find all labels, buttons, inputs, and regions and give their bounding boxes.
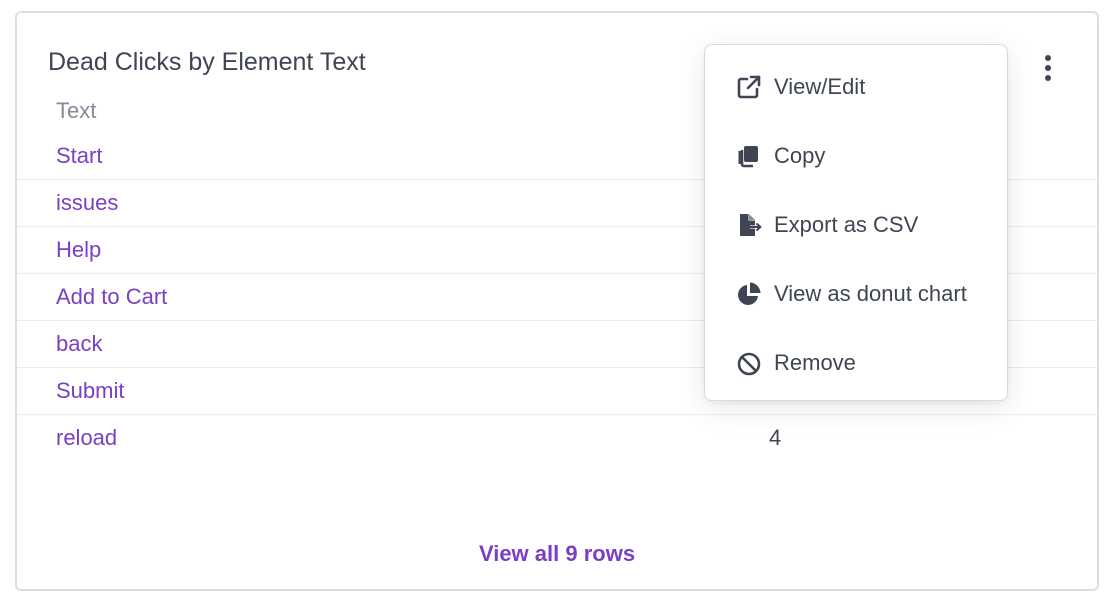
menu-item-label: View/Edit [774, 74, 866, 99]
row-text-link[interactable]: issues [56, 190, 118, 216]
menu-item-label: Copy [774, 143, 826, 168]
menu-item-label: Remove [774, 350, 856, 375]
pie-chart-icon [738, 282, 761, 305]
menu-item-view-edit[interactable]: View/Edit [705, 57, 1007, 117]
file-export-icon [740, 214, 762, 236]
table-row: reload 4 [17, 415, 1097, 462]
card-title: Dead Clicks by Element Text [48, 48, 366, 76]
menu-item-copy[interactable]: Copy [705, 126, 1007, 186]
menu-item-label: Export as CSV [774, 212, 919, 237]
menu-item-label: View as donut chart [774, 281, 967, 306]
row-value: 4 [769, 425, 782, 450]
column-header-text: Text [56, 98, 97, 123]
copy-icon [738, 146, 758, 168]
external-link-icon [737, 75, 761, 99]
more-options-icon[interactable] [1035, 51, 1061, 85]
menu-item-donut-chart[interactable]: View as donut chart [705, 264, 1007, 324]
row-text-link[interactable]: Help [56, 237, 101, 263]
row-text-link[interactable]: reload [56, 425, 117, 451]
row-text-link[interactable]: Submit [56, 378, 124, 404]
view-all-rows-link[interactable]: View all 9 rows [17, 541, 1097, 567]
options-dropdown-menu: View/Edit Copy Export as CSV View as don… [704, 44, 1008, 401]
row-text-link[interactable]: Start [56, 143, 102, 169]
menu-item-export-csv[interactable]: Export as CSV [705, 195, 1007, 255]
menu-item-remove[interactable]: Remove [705, 333, 1007, 393]
ban-icon [737, 352, 761, 376]
row-text-link[interactable]: back [56, 331, 102, 357]
row-text-link[interactable]: Add to Cart [56, 284, 167, 310]
